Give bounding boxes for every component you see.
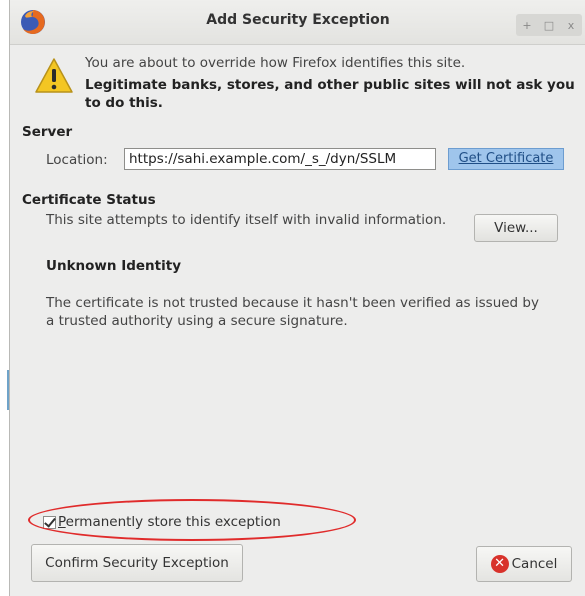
permanent-store-option[interactable]: Permanently store this exception — [43, 512, 281, 532]
server-heading: Server — [22, 124, 73, 140]
cancel-button[interactable]: ✕ Cancel — [476, 546, 572, 582]
certificate-status-heading: Certificate Status — [22, 192, 156, 208]
location-label: Location: — [46, 152, 108, 168]
permanent-store-label[interactable]: Permanently store this exception — [58, 514, 281, 530]
dialog-content: You are about to override how Firefox id… — [10, 44, 585, 596]
confirm-button-label: Confirm Security Exception — [45, 555, 229, 571]
restore-icon[interactable]: □ — [540, 19, 558, 32]
view-certificate-button[interactable]: View... — [474, 214, 558, 242]
close-icon[interactable]: x — [562, 19, 580, 32]
warning-text: Legitimate banks, stores, and other publ… — [85, 77, 575, 111]
add-security-exception-dialog: Add Security Exception + □ x You are abo… — [9, 0, 585, 596]
intro-text: You are about to override how Firefox id… — [85, 55, 466, 71]
unknown-identity-heading: Unknown Identity — [46, 258, 182, 274]
cancel-icon: ✕ — [490, 555, 509, 573]
background-strip — [0, 0, 9, 596]
title-bar[interactable]: Add Security Exception + □ x — [10, 0, 585, 45]
certificate-detail-text: The certificate is not trusted because i… — [46, 295, 539, 329]
confirm-security-exception-button[interactable]: Confirm Security Exception — [31, 544, 243, 582]
get-certificate-button[interactable]: Get Certificate — [448, 148, 564, 170]
cancel-button-label: Cancel — [511, 556, 558, 572]
certificate-status-description: This site attempts to identify itself wi… — [46, 212, 447, 228]
window-controls: + □ x — [516, 14, 582, 36]
window-title: Add Security Exception — [206, 12, 390, 28]
permanent-store-checkbox[interactable] — [43, 515, 56, 529]
location-input[interactable]: https://sahi.example.com/_s_/dyn/SSLM — [124, 148, 436, 170]
maximize-icon[interactable]: + — [518, 19, 536, 32]
warning-icon — [35, 58, 73, 93]
